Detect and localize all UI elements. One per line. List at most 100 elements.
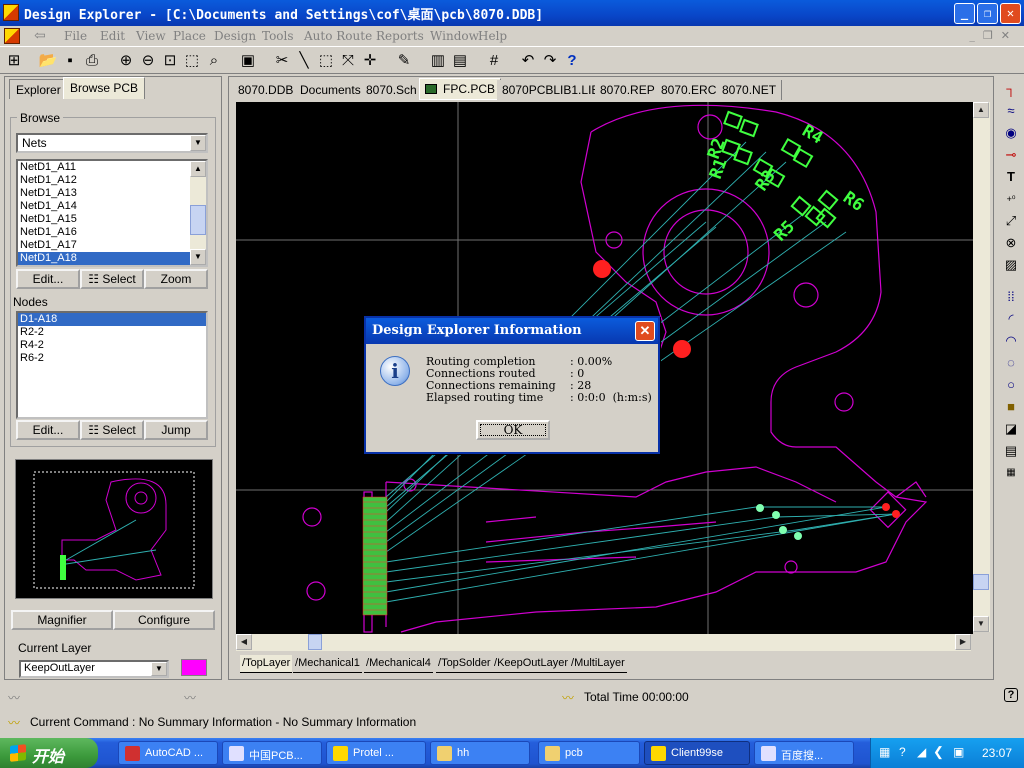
scroll-up-icon[interactable]: ▲ [190, 161, 206, 177]
board-minimap[interactable] [15, 459, 213, 599]
layer-tab-multilayer[interactable]: MultiLayer [569, 655, 627, 673]
chevron-down-icon[interactable]: ▼ [190, 135, 206, 151]
open-icon[interactable]: 📂 [38, 51, 58, 71]
place-string-icon[interactable]: T [1002, 168, 1020, 186]
task-autocad[interactable]: AutoCAD ... [118, 741, 218, 765]
volume-icon[interactable]: ◢ [917, 745, 926, 759]
arc-any-icon[interactable]: ◌ [1002, 354, 1020, 372]
tab-8070pcblib1-lib[interactable]: 8070PCBLIB1.LIB [497, 80, 606, 100]
net-select-button[interactable]: ☷ Select [80, 269, 144, 289]
menu-design[interactable]: Design [214, 29, 256, 43]
document-icon[interactable] [4, 28, 20, 44]
maximize-button[interactable]: ❐ [977, 3, 998, 24]
menu-auto-route[interactable]: Auto Route [304, 29, 372, 43]
net-list-item[interactable]: NetD1_A18 [18, 252, 206, 265]
tab-8070-ddb[interactable]: 8070.DDB [233, 80, 300, 100]
nets-scrollbar[interactable]: ▲ ▼ [190, 161, 206, 265]
menu-help[interactable]: Help [478, 29, 507, 43]
nodes-list[interactable]: D1-A18 R2-2 R4-2 R6-2 [16, 311, 208, 419]
node-jump-button[interactable]: Jump [144, 420, 208, 440]
layer-tab-mechanical4[interactable]: Mechanical4 [364, 655, 433, 673]
menu-edit[interactable]: Edit [100, 29, 125, 43]
component-icon[interactable]: ▣ [238, 51, 258, 71]
place-via-icon[interactable]: ⊸ [1002, 146, 1020, 164]
layer-tab-mechanical1[interactable]: Mechanical1 [293, 655, 362, 673]
menu-file[interactable]: File [64, 29, 87, 43]
task-hh[interactable]: hh [430, 741, 530, 765]
place-pad-icon[interactable]: ◉ [1002, 124, 1020, 142]
fill-icon[interactable]: ■ [1002, 398, 1020, 416]
ok-button[interactable]: OK [476, 420, 550, 440]
canvas-horizontal-scrollbar[interactable]: ◀ ▶ [236, 634, 971, 651]
close-button[interactable]: ✕ [1000, 3, 1021, 24]
task-protel[interactable]: Protel ... [326, 741, 426, 765]
magnifier-button[interactable]: Magnifier [11, 610, 113, 630]
dialog-close-button[interactable]: ✕ [635, 321, 655, 341]
net-list-item[interactable]: NetD1_A12 [18, 174, 206, 187]
scroll-right-icon[interactable]: ▶ [955, 634, 971, 650]
menu-view[interactable]: View [136, 29, 166, 43]
arc-edge-icon[interactable]: ◠ [1002, 332, 1020, 350]
zoom-last-icon[interactable]: ⌕ [204, 51, 224, 71]
grid-icon[interactable]: # [484, 51, 504, 71]
arc-center-icon[interactable]: ◜ [1002, 310, 1020, 328]
browse-library-icon[interactable]: ▤ [450, 51, 470, 71]
chevron-down-icon[interactable]: ▼ [151, 662, 167, 676]
scroll-left-icon[interactable]: ◀ [236, 634, 252, 650]
task-pcb-folder[interactable]: pcb [538, 741, 640, 765]
title-bar[interactable]: Design Explorer - [C:\Documents and Sett… [0, 0, 1024, 26]
help-icon[interactable]: ? [899, 745, 906, 759]
tab-8070-rep[interactable]: 8070.REP [595, 80, 661, 100]
print-icon[interactable]: ⎙ [82, 51, 102, 71]
zoom-fit-icon[interactable]: ⊡ [160, 51, 180, 71]
move-icon[interactable]: ✛ [360, 51, 380, 71]
horizontal-scroll-thumb[interactable] [308, 634, 322, 650]
layer-tab-topsolder[interactable]: TopSolder [436, 655, 493, 673]
net-edit-button[interactable]: Edit... [16, 269, 80, 289]
tab-8070-sch[interactable]: 8070.Sch [361, 80, 423, 100]
library-icon[interactable]: ▥ [428, 51, 448, 71]
task-client99se[interactable]: Client99se [644, 741, 750, 765]
tab-8070-erc[interactable]: 8070.ERC [656, 80, 723, 100]
keyboard-icon[interactable]: ▦ [879, 745, 890, 759]
polygon-plane-icon[interactable]: ◪ [1002, 420, 1020, 438]
net-list-item[interactable]: NetD1_A13 [18, 187, 206, 200]
layer-tab-toplayer[interactable]: TopLayer [240, 655, 293, 673]
browse-type-select[interactable]: Nets ▼ [16, 133, 208, 153]
redo-icon[interactable]: ↷ [540, 51, 560, 71]
place-component-icon[interactable]: ⊗ [1002, 234, 1020, 252]
select-area-icon[interactable]: ⬚ [316, 51, 336, 71]
net-zoom-button[interactable]: Zoom [144, 269, 208, 289]
place-fill-icon[interactable]: ▨ [1002, 256, 1020, 274]
tab-8070-net[interactable]: 8070.NET [717, 80, 783, 100]
zoom-area-icon[interactable]: ⬚ [182, 51, 202, 71]
tab-explorer[interactable]: Explorer [9, 79, 68, 99]
net-list-item[interactable]: NetD1_A14 [18, 200, 206, 213]
node-list-item[interactable]: R6-2 [18, 352, 206, 365]
task-pcb-browser[interactable]: 中国PCB... [222, 741, 322, 765]
interactive-route-icon[interactable]: ╲ [294, 51, 314, 71]
place-coordinate-icon[interactable]: +⁰ [1002, 190, 1020, 208]
vertical-scroll-thumb[interactable] [973, 574, 989, 590]
undo-icon[interactable]: ↶ [518, 51, 538, 71]
help-icon[interactable]: ? [562, 51, 582, 71]
circle-icon[interactable]: ○ [1002, 376, 1020, 394]
cut-icon[interactable]: ✂ [272, 51, 292, 71]
scroll-up-icon[interactable]: ▲ [973, 102, 989, 118]
minimize-button[interactable]: _ [954, 3, 975, 24]
cross-probe-icon[interactable]: ✎ [394, 51, 414, 71]
node-list-item[interactable]: R4-2 [18, 339, 206, 352]
zoom-out-icon[interactable]: ⊖ [138, 51, 158, 71]
zoom-in-icon[interactable]: ⊕ [116, 51, 136, 71]
place-line-icon[interactable]: ≈ [1002, 102, 1020, 120]
start-button[interactable]: 开始 [0, 738, 98, 768]
layer-tab-keepoutlayer[interactable]: KeepOutLayer [492, 655, 570, 673]
menu-tools[interactable]: Tools [262, 29, 294, 43]
network-icon[interactable]: ▣ [953, 745, 964, 759]
menu-reports[interactable]: Reports [376, 29, 424, 43]
net-list-item[interactable]: NetD1_A15 [18, 213, 206, 226]
net-list-item[interactable]: NetD1_A17 [18, 239, 206, 252]
menu-place[interactable]: Place [173, 29, 206, 43]
split-plane-icon[interactable]: ▤ [1002, 442, 1020, 460]
help-icon[interactable]: ? [1004, 688, 1018, 702]
